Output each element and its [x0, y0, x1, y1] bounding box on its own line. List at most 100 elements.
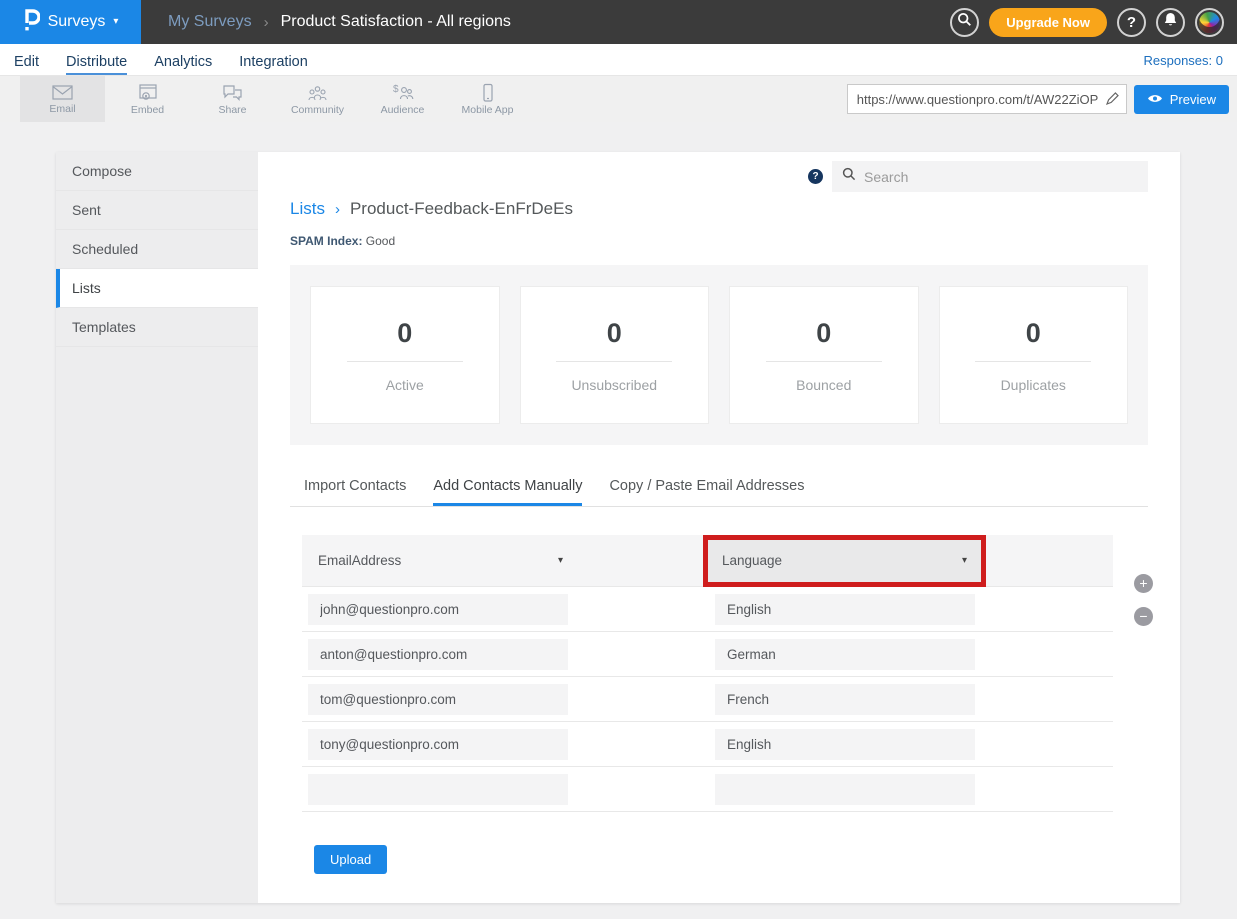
stat-card-unsubscribed: 0 Unsubscribed: [520, 286, 710, 424]
breadcrumb-lists-link[interactable]: Lists: [290, 199, 325, 219]
language-field[interactable]: [715, 774, 975, 805]
product-name: Surveys: [48, 13, 106, 31]
email-column-select[interactable]: EmailAddress ▾: [318, 535, 563, 587]
spam-index-label: SPAM Index:: [290, 234, 362, 248]
help-button[interactable]: ?: [1117, 8, 1146, 37]
stat-label: Active: [386, 377, 424, 393]
spam-index-row: SPAM Index: Good: [290, 234, 1148, 248]
product-switcher[interactable]: Surveys ▾: [0, 0, 141, 44]
survey-nav: Edit Distribute Analytics Integration Re…: [0, 44, 1237, 76]
selected-column: EmailAddress: [318, 553, 401, 568]
community-icon: [306, 83, 329, 103]
audience-icon: $: [391, 83, 414, 103]
caret-down-icon: ▾: [558, 556, 563, 566]
question-mark-icon: ?: [1127, 14, 1136, 31]
sidebar-item-scheduled[interactable]: Scheduled: [56, 230, 258, 269]
email-field[interactable]: [308, 594, 568, 625]
sidebar-item-compose[interactable]: Compose: [56, 152, 258, 191]
highlight-red-box: Language ▾: [703, 535, 986, 587]
tab-distribute[interactable]: Distribute: [66, 54, 127, 75]
tab-add-contacts-manually[interactable]: Add Contacts Manually: [433, 478, 582, 506]
add-row-button[interactable]: +: [1134, 574, 1153, 593]
preview-button[interactable]: Preview: [1134, 85, 1229, 114]
list-search-box: [832, 161, 1148, 192]
contacts-tabs: Import Contacts Add Contacts Manually Co…: [290, 478, 1148, 507]
contact-row: [302, 587, 1113, 632]
toolbar-item-label: Mobile App: [462, 104, 514, 116]
account-avatar[interactable]: [1195, 8, 1224, 37]
divider: [766, 361, 882, 362]
email-sidebar: Compose Sent Scheduled Lists Templates: [56, 152, 258, 903]
email-lists-panel: Compose Sent Scheduled Lists Templates ?…: [56, 152, 1180, 903]
distribute-toolbar: Email Embed Share Community $ Audience M…: [0, 76, 1237, 122]
stat-value: 0: [397, 318, 412, 349]
avatar-logo-icon: [1199, 12, 1220, 33]
survey-url-input[interactable]: [847, 84, 1127, 114]
email-field[interactable]: [308, 684, 568, 715]
breadcrumb-separator: ›: [335, 201, 340, 218]
survey-url-wrap: [847, 84, 1127, 114]
column-header-row: EmailAddress ▾ Language ▾: [302, 535, 1113, 587]
questionpro-logo-icon: [23, 7, 40, 38]
stat-value: 0: [1026, 318, 1041, 349]
toolbar-item-share[interactable]: Share: [190, 76, 275, 122]
stat-value: 0: [816, 318, 831, 349]
email-field[interactable]: [308, 639, 568, 670]
sidebar-item-sent[interactable]: Sent: [56, 191, 258, 230]
eye-icon: [1147, 92, 1163, 107]
language-field[interactable]: [715, 639, 975, 670]
toolbar-item-mobile-app[interactable]: Mobile App: [445, 76, 530, 122]
divider: [347, 361, 463, 362]
responses-count[interactable]: Responses: 0: [1144, 53, 1224, 75]
breadcrumb-separator: ›: [264, 14, 269, 31]
toolbar-right: Preview: [847, 84, 1237, 114]
tab-edit[interactable]: Edit: [14, 54, 39, 75]
svg-text:$: $: [393, 84, 399, 95]
toolbar-item-community[interactable]: Community: [275, 76, 360, 122]
stat-label: Duplicates: [1001, 377, 1066, 393]
toolbar-item-label: Embed: [131, 104, 164, 116]
language-field[interactable]: [715, 729, 975, 760]
toolbar-item-label: Share: [218, 104, 246, 116]
language-field[interactable]: [715, 594, 975, 625]
toolbar-item-email[interactable]: Email: [20, 76, 105, 122]
search-button[interactable]: [950, 8, 979, 37]
tab-copy-paste-email-addresses[interactable]: Copy / Paste Email Addresses: [609, 478, 804, 506]
bell-icon: [1163, 12, 1178, 33]
tab-analytics[interactable]: Analytics: [154, 54, 212, 75]
toolbar-item-embed[interactable]: Embed: [105, 76, 190, 122]
upload-button[interactable]: Upload: [314, 845, 387, 874]
list-stats-panel: 0 Active 0 Unsubscribed 0 Bounced 0 Dupl…: [290, 265, 1148, 445]
stat-label: Bounced: [796, 377, 851, 393]
divider: [975, 361, 1091, 362]
toolbar-item-audience[interactable]: $ Audience: [360, 76, 445, 122]
tab-import-contacts[interactable]: Import Contacts: [304, 478, 406, 506]
spam-index-value: Good: [366, 234, 395, 248]
language-field[interactable]: [715, 684, 975, 715]
sidebar-item-lists[interactable]: Lists: [56, 269, 258, 308]
remove-row-button[interactable]: −: [1134, 607, 1153, 626]
list-help-button[interactable]: ?: [808, 169, 823, 184]
stat-card-bounced: 0 Bounced: [729, 286, 919, 424]
contact-row: [302, 767, 1113, 812]
language-column-select[interactable]: Language ▾: [708, 540, 981, 582]
selected-column: Language: [722, 553, 782, 568]
contact-row: [302, 677, 1113, 722]
topbar-actions: Upgrade Now ?: [950, 8, 1237, 37]
list-name: Product-Feedback-EnFrDeEs: [350, 199, 573, 219]
sidebar-item-templates[interactable]: Templates: [56, 308, 258, 347]
tab-integration[interactable]: Integration: [239, 54, 308, 75]
list-search-input[interactable]: [864, 169, 1138, 185]
contact-row: [302, 722, 1113, 767]
email-icon: [51, 83, 74, 102]
breadcrumb-my-surveys[interactable]: My Surveys: [168, 13, 252, 31]
edit-url-pencil-icon[interactable]: [1105, 91, 1120, 111]
lists-content: ? Lists › Product-Feedback-EnFrDeEs SPAM…: [258, 152, 1180, 903]
upgrade-now-button[interactable]: Upgrade Now: [989, 8, 1107, 37]
email-field[interactable]: [308, 729, 568, 760]
notifications-button[interactable]: [1156, 8, 1185, 37]
email-field[interactable]: [308, 774, 568, 805]
preview-label: Preview: [1170, 92, 1216, 107]
mobile-app-icon: [476, 83, 499, 103]
survey-title: Product Satisfaction - All regions: [281, 13, 511, 31]
